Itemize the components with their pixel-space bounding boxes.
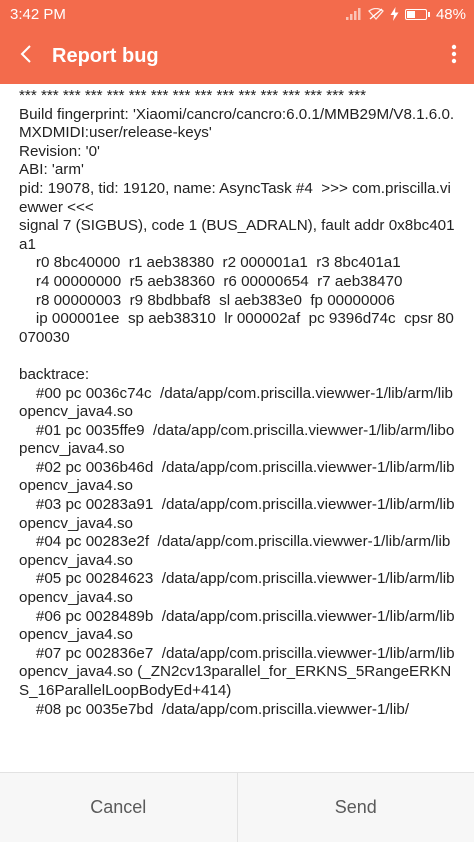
back-button[interactable] bbox=[0, 28, 52, 84]
log-line: #04 pc 00283e2f /data/app/com.priscilla.… bbox=[19, 533, 451, 569]
log-line: ip 000001ee sp aeb38310 lr 000002af pc 9… bbox=[19, 310, 454, 346]
log-line: #00 pc 0036c74c /data/app/com.priscilla.… bbox=[19, 384, 453, 421]
log-line: #02 pc 0036b46d /data/app/com.priscilla.… bbox=[19, 458, 455, 495]
more-options-button[interactable] bbox=[434, 28, 474, 84]
charging-icon bbox=[390, 7, 399, 21]
log-line: #07 pc 002836e7 /data/app/com.priscilla.… bbox=[19, 644, 455, 699]
log-line: #01 pc 0035ffe9 /data/app/com.priscilla.… bbox=[19, 421, 455, 458]
battery-percentage: 48% bbox=[435, 5, 466, 23]
status-icons: 48% bbox=[345, 5, 466, 23]
wifi-off-icon bbox=[368, 8, 384, 20]
status-bar: 3:42 PM 48% bbox=[0, 0, 474, 28]
bug-report-log[interactable]: *** *** *** *** *** *** *** *** *** *** … bbox=[0, 84, 474, 772]
send-button[interactable]: Send bbox=[238, 773, 474, 842]
log-line: r4 00000000 r5 aeb38360 r6 00000654 r7 a… bbox=[19, 272, 403, 290]
log-line: #08 pc 0035e7bd /data/app/com.priscilla.… bbox=[19, 700, 410, 718]
log-line: backtrace: bbox=[19, 365, 90, 383]
log-line: ABI: 'arm' bbox=[19, 161, 84, 179]
more-vert-icon bbox=[451, 44, 457, 69]
chevron-left-icon bbox=[19, 44, 33, 69]
log-line: r0 8bc40000 r1 aeb38380 r2 000001a1 r3 8… bbox=[19, 254, 401, 272]
app-bar: Report bug bbox=[0, 28, 474, 84]
log-line: #06 pc 0028489b /data/app/com.priscilla.… bbox=[19, 607, 455, 644]
log-line: pid: 19078, tid: 19120, name: AsyncTask … bbox=[19, 179, 451, 216]
signal-icon bbox=[345, 8, 362, 20]
battery-icon bbox=[404, 8, 430, 20]
log-line: Revision: '0' bbox=[19, 142, 100, 160]
log-line: Build fingerprint: 'Xiaomi/cancro/cancro… bbox=[19, 105, 455, 142]
log-line: r8 00000003 r9 8bdbbaf8 sl aeb383e0 fp 0… bbox=[19, 291, 395, 309]
status-time: 3:42 PM bbox=[10, 5, 66, 23]
log-line: signal 7 (SIGBUS), code 1 (BUS_ADRALN), … bbox=[19, 217, 455, 253]
log-line: #05 pc 00284623 /data/app/com.priscilla.… bbox=[19, 570, 455, 607]
page-title: Report bug bbox=[52, 44, 159, 67]
cancel-button[interactable]: Cancel bbox=[0, 773, 237, 842]
bottom-action-bar: Cancel Send bbox=[0, 772, 474, 842]
log-line: *** *** *** *** *** *** *** *** *** *** … bbox=[19, 87, 366, 104]
log-line: #03 pc 00283a91 /data/app/com.priscilla.… bbox=[19, 496, 455, 532]
